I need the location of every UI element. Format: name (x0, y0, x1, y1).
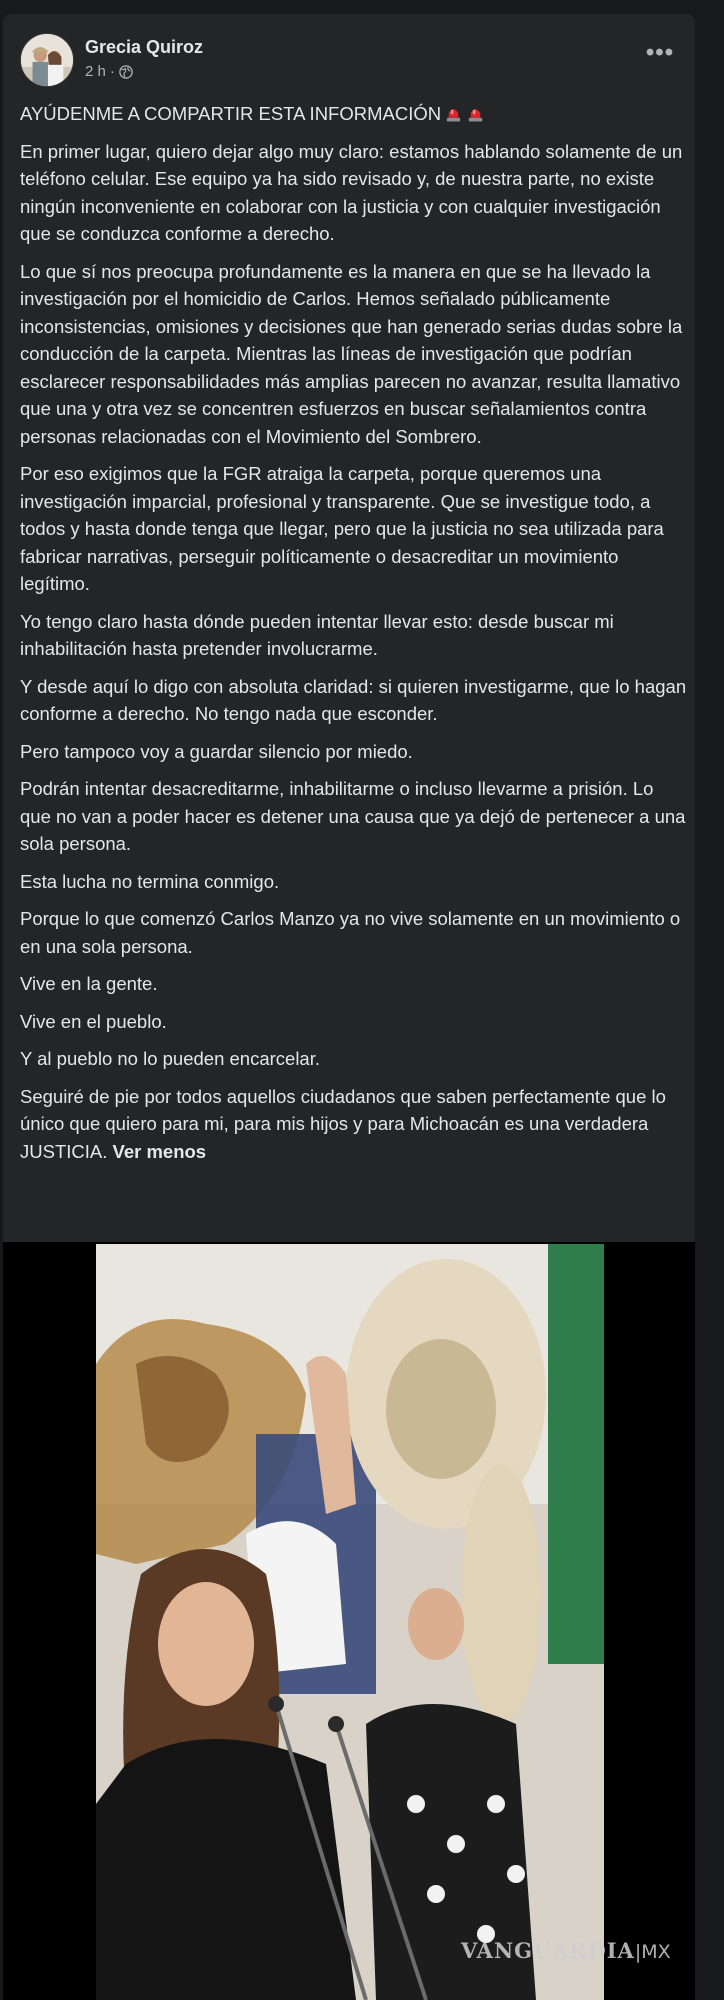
post-paragraph: Podrán intentar desacreditarme, inhabili… (20, 778, 686, 854)
post-paragraph: Y desde aquí lo digo con absoluta clarid… (20, 675, 687, 725)
post-paragraph: Vive en la gente. (20, 973, 158, 994)
author-name[interactable]: Grecia Quiroz (85, 36, 203, 58)
post-media[interactable] (3, 1242, 695, 2000)
post-body: AYÚDENME A COMPARTIR ESTA INFORMACIÓN En… (20, 100, 687, 1175)
post-paragraph-last: Seguiré de pie por todos aquellos ciudad… (20, 1083, 687, 1166)
post-paragraph: Pero tampoco voy a guardar silencio por … (20, 740, 413, 762)
avatar[interactable] (20, 33, 74, 87)
post-paragraph: Porque lo que comenzó Carlos Manzo ya no… (20, 908, 681, 957)
post-paragraph: Vive en el pueblo. (20, 1010, 167, 1032)
post-paragraph: Y al pueblo no lo pueden encarcelar. (20, 1048, 321, 1069)
see-less-link[interactable]: Ver menos (113, 1141, 207, 1162)
vanguardia-watermark: VANGUARDIA|MX (461, 1938, 671, 1963)
more-options-icon[interactable]: ••• (642, 41, 678, 73)
post-paragraph: En primer lugar, quiero dejar algo muy c… (20, 140, 683, 245)
post-headline: AYÚDENME A COMPARTIR ESTA INFORMACIÓN (20, 100, 687, 128)
siren-emoji-icon (468, 109, 483, 122)
meta-dot: · (109, 63, 115, 80)
siren-emoji-icon (446, 109, 461, 122)
post-header: Grecia Quiroz 2 h · ••• (20, 33, 678, 87)
avatar-image (21, 34, 73, 86)
post-card: Grecia Quiroz 2 h · ••• AYÚDENME A COMPA… (3, 14, 695, 1242)
post-paragraph: Por eso exigimos que la FGR atraiga la c… (20, 463, 664, 594)
post-paragraph: Esta lucha no termina conmigo. (20, 870, 280, 892)
post-paragraph: Yo tengo claro hasta dónde pueden intent… (20, 610, 614, 660)
post-time[interactable]: 2 h (85, 63, 106, 81)
watermark-main: VANGUARDIA (461, 1938, 635, 1963)
photo-illustration (96, 1244, 604, 2000)
headline-text: AYÚDENME A COMPARTIR ESTA INFORMACIÓN (20, 103, 442, 124)
watermark-suffix: |MX (634, 1941, 671, 1963)
post-meta: 2 h · (85, 63, 133, 81)
post-photo[interactable] (96, 1244, 604, 2000)
globe-icon (119, 65, 133, 79)
post-paragraph: Lo que sí nos preocupa profundamente es … (20, 260, 683, 447)
